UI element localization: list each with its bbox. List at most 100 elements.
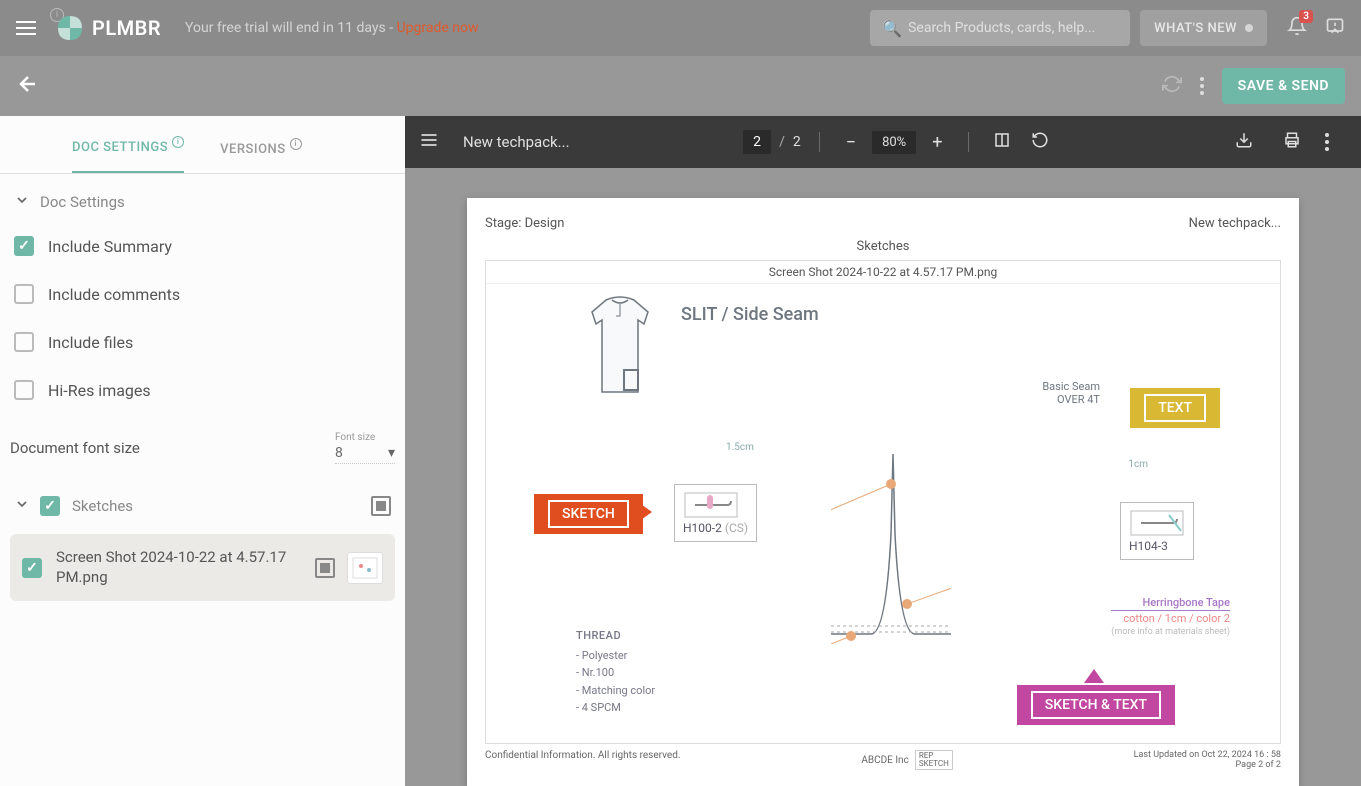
- fit-page-icon[interactable]: [993, 131, 1011, 153]
- pdf-page: Stage: Design New techpack... Sketches S…: [467, 198, 1299, 786]
- brand-name: PLMBR: [92, 16, 161, 40]
- upgrade-link[interactable]: Upgrade now: [397, 20, 479, 36]
- checkbox-file[interactable]: [22, 558, 42, 578]
- checkbox-label: Include comments: [48, 285, 180, 304]
- pdf-menu-icon[interactable]: [419, 130, 439, 154]
- font-size-label: Document font size: [10, 439, 140, 457]
- sketches-section: Sketches: [10, 486, 395, 526]
- annotation-text: TEXT: [1130, 388, 1220, 428]
- chevron-down-icon[interactable]: [14, 496, 30, 516]
- dropdown-icon: ▾: [388, 445, 395, 461]
- print-icon[interactable]: [1283, 131, 1301, 153]
- page-input[interactable]: [743, 130, 771, 154]
- checkbox-include-summary[interactable]: [14, 236, 34, 256]
- code-box-1: H100-2 (CS): [674, 484, 757, 542]
- footer-company: ABCDE Inc REPSKETCH: [861, 750, 952, 770]
- checkbox-hires[interactable]: [14, 380, 34, 400]
- font-size-value: 8: [335, 445, 343, 461]
- doc-settings-section[interactable]: Doc Settings: [10, 182, 395, 222]
- checkbox-label: Hi-Res images: [48, 381, 151, 400]
- search-icon: 🔍: [882, 19, 902, 38]
- tab-label: VERSIONS: [220, 142, 286, 157]
- rotate-icon[interactable]: [1031, 131, 1049, 153]
- page-image-name: Screen Shot 2024-10-22 at 4.57.17 PM.png: [486, 261, 1280, 284]
- pdf-more-icon[interactable]: [1325, 133, 1329, 151]
- row-include-files: Include files: [10, 318, 395, 366]
- pdf-toolbar: New techpack... / 2 − 80% +: [405, 116, 1361, 168]
- whats-new-button[interactable]: WHAT'S NEW: [1140, 10, 1267, 46]
- checkbox-sketches[interactable]: [40, 496, 60, 516]
- row-hires: Hi-Res images: [10, 366, 395, 414]
- save-send-button[interactable]: SAVE & SEND: [1222, 68, 1345, 104]
- more-menu-icon[interactable]: [1200, 77, 1204, 95]
- pdf-viewport[interactable]: Stage: Design New techpack... Sketches S…: [405, 168, 1361, 786]
- main-container: DOC SETTINGS i VERSIONS i Doc Settings I…: [0, 116, 1361, 786]
- checkbox-label: Include Summary: [48, 237, 172, 256]
- file-name: Screen Shot 2024-10-22 at 4.57.17 PM.png: [56, 548, 315, 587]
- annotation-sketch: SKETCH: [534, 494, 643, 534]
- seam-text: Basic SeamOVER 4T: [1042, 380, 1100, 406]
- checkbox-include-files[interactable]: [14, 332, 34, 352]
- notifications-button[interactable]: 3: [1287, 16, 1307, 40]
- feedback-icon[interactable]: [1325, 16, 1345, 40]
- pdf-title: New techpack...: [463, 133, 570, 151]
- footer-confidential: Confidential Information. All rights res…: [485, 750, 680, 761]
- dimension-1: 1.5cm: [726, 442, 754, 453]
- right-panel: New techpack... / 2 − 80% +: [405, 116, 1361, 786]
- download-icon[interactable]: [1235, 131, 1253, 153]
- tab-doc-settings[interactable]: DOC SETTINGS i: [72, 124, 184, 173]
- refresh-icon[interactable]: [1162, 74, 1182, 98]
- sidebar: DOC SETTINGS i VERSIONS i Doc Settings I…: [0, 116, 405, 786]
- info-icon: i: [290, 138, 302, 150]
- notification-count: 3: [1299, 10, 1313, 23]
- search-input[interactable]: [908, 20, 1118, 36]
- page-stage: Stage: Design: [485, 216, 564, 231]
- font-size-row: Document font size Font size 8 ▾: [10, 414, 395, 468]
- zoom-out-button[interactable]: −: [838, 132, 864, 153]
- sketch-area: SLIT / Side Seam Basic SeamOVER 4T: [486, 284, 1280, 743]
- annotation-arrow-icon: [1084, 669, 1104, 683]
- row-include-summary: Include Summary: [10, 222, 395, 270]
- back-button[interactable]: [16, 72, 40, 100]
- app-header: i PLMBR Your free trial will end in 11 d…: [0, 0, 1361, 56]
- trial-prefix: Your free trial will end in 11 days: [185, 20, 389, 36]
- polo-sketch: [576, 292, 664, 402]
- annotation-sketch-text: SKETCH & TEXT: [1017, 685, 1175, 725]
- sidebar-tabs: DOC SETTINGS i VERSIONS i: [0, 116, 405, 174]
- tab-versions[interactable]: VERSIONS i: [220, 126, 302, 173]
- chevron-down-icon[interactable]: [14, 192, 30, 212]
- sidebar-content: Doc Settings Include Summary Include com…: [0, 174, 405, 609]
- logo[interactable]: i PLMBR: [56, 14, 161, 42]
- file-thumbnail[interactable]: [347, 552, 383, 584]
- font-size-select[interactable]: Font size 8 ▾: [335, 432, 395, 464]
- checkbox-include-comments[interactable]: [14, 284, 34, 304]
- frame-icon[interactable]: [371, 496, 391, 516]
- menu-icon[interactable]: [16, 16, 40, 40]
- page-image-box: Screen Shot 2024-10-22 at 4.57.17 PM.png…: [485, 260, 1281, 744]
- code-box-2: H104-3: [1120, 502, 1194, 560]
- herringbone-label: Herringbone Tape cotton / 1cm / color 2 …: [1111, 595, 1230, 639]
- trial-message: Your free trial will end in 11 days - Up…: [185, 20, 478, 36]
- whats-new-dot-icon: [1245, 24, 1253, 32]
- page-section: Sketches: [485, 239, 1281, 254]
- search-box[interactable]: 🔍: [870, 10, 1130, 46]
- font-size-field-label: Font size: [335, 432, 395, 443]
- info-icon: i: [172, 136, 184, 148]
- section-label: Doc Settings: [40, 193, 125, 211]
- checkbox-label: Include files: [48, 333, 133, 352]
- zoom-value: 80%: [872, 131, 916, 154]
- footer-meta: Last Updated on Oct 22, 2024 16 : 58 Pag…: [1134, 750, 1281, 770]
- trial-sep: -: [389, 20, 396, 36]
- sub-header: SAVE & SEND: [0, 56, 1361, 116]
- frame-icon[interactable]: [315, 558, 335, 578]
- file-row[interactable]: Screen Shot 2024-10-22 at 4.57.17 PM.png: [10, 534, 395, 601]
- dimension-2: 1cm: [1128, 459, 1148, 470]
- whats-new-label: WHAT'S NEW: [1154, 21, 1237, 36]
- seam-curve: [831, 404, 951, 644]
- thread-block: THREAD - Polyester - Nr.100 - Matching c…: [576, 627, 655, 717]
- sketches-label: Sketches: [72, 497, 371, 515]
- zoom-in-button[interactable]: +: [924, 132, 950, 153]
- annotation-arrow-icon: [638, 502, 652, 522]
- page-techpack-name: New techpack...: [1189, 216, 1281, 231]
- page-footer: Confidential Information. All rights res…: [485, 750, 1281, 770]
